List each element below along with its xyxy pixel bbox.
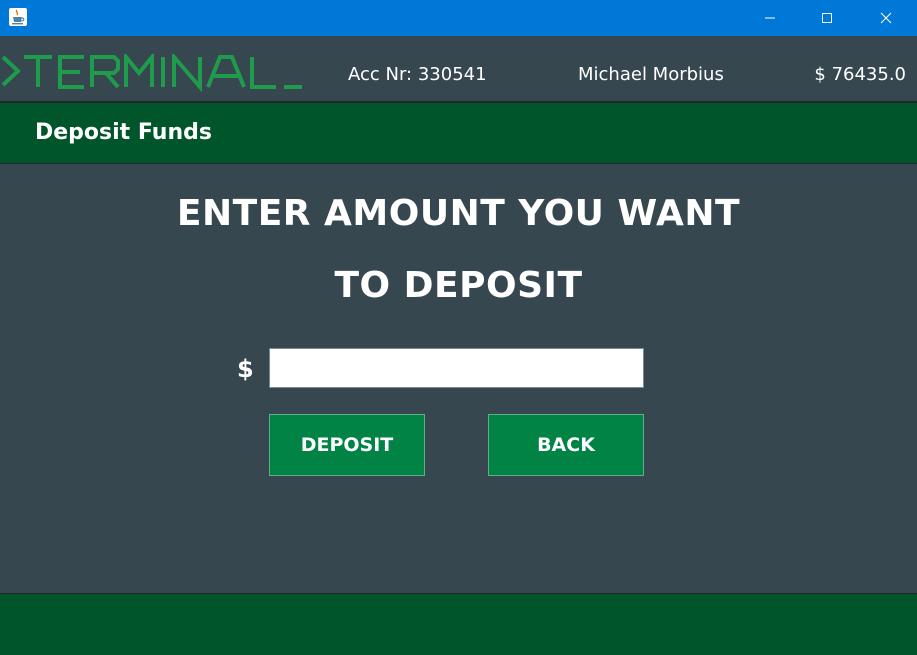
close-button[interactable] xyxy=(863,0,909,36)
close-icon xyxy=(880,12,892,24)
terminal-logo xyxy=(0,54,305,92)
window-titlebar xyxy=(0,0,917,36)
maximize-icon xyxy=(822,13,832,23)
account-balance: $ 76435.0 xyxy=(814,64,906,85)
deposit-prompt-line-2: TO DEPOSIT xyxy=(334,265,583,306)
maximize-button[interactable] xyxy=(804,0,850,36)
page-title: Deposit Funds xyxy=(35,120,212,145)
minimize-button[interactable] xyxy=(747,0,793,36)
account-holder-name: Michael Morbius xyxy=(578,64,724,85)
account-number: Acc Nr: 330541 xyxy=(348,64,487,85)
section-header: Deposit Funds xyxy=(0,102,917,164)
footer-bar xyxy=(0,593,917,655)
terminal-logo-graphic xyxy=(1,54,302,92)
deposit-prompt-line-1: ENTER AMOUNT YOU WANT xyxy=(176,193,741,234)
java-cup-icon[interactable] xyxy=(9,8,27,26)
deposit-button[interactable]: DEPOSIT xyxy=(269,414,425,476)
back-button[interactable]: BACK xyxy=(488,414,644,476)
minimize-icon xyxy=(765,17,775,19)
amount-input[interactable] xyxy=(269,348,644,388)
currency-symbol: $ xyxy=(237,355,254,383)
account-header: Acc Nr: 330541 Michael Morbius $ 76435.0 xyxy=(0,36,917,102)
